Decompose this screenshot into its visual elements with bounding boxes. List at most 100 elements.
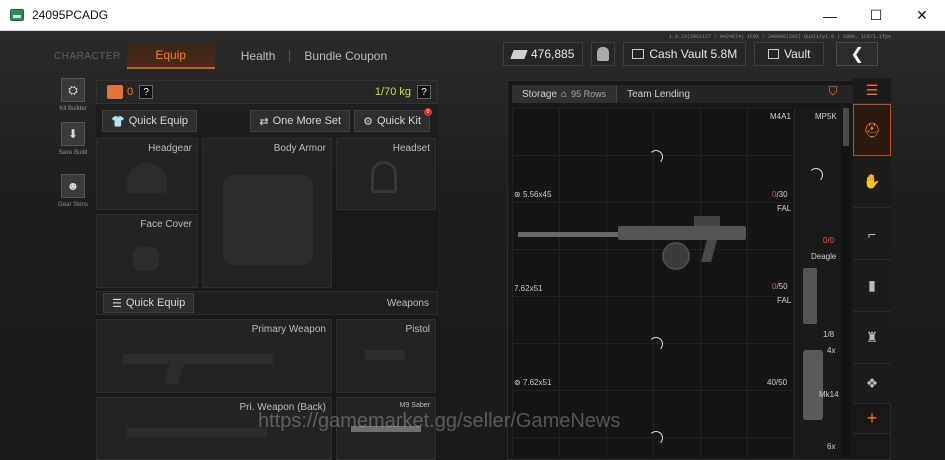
category-rifle-icon[interactable]: ⌐	[853, 208, 891, 260]
tab-character[interactable]: CHARACTER	[48, 43, 127, 69]
shirt-icon: 👕	[111, 115, 125, 128]
character-button[interactable]	[591, 42, 616, 66]
storage-grid[interactable]: M4A1 ⊛ 5.56x45 0/30 FAL 7.62x51 0/50 FAL…	[512, 108, 792, 458]
tab-storage[interactable]: Storage ⌂ 95 Rows	[512, 85, 617, 103]
slot-label: Pistol	[405, 324, 430, 335]
rail-save-build[interactable]: ⬇ Save Build	[52, 122, 94, 156]
maximize-button[interactable]: ☐	[853, 0, 899, 31]
item-scope: 4x	[827, 346, 836, 355]
rifle-body-icon	[618, 226, 746, 240]
weapons-quick-equip-button[interactable]: ☰ Quick Equip	[103, 293, 195, 313]
slot-headgear[interactable]: Headgear	[96, 138, 198, 210]
deagle-image[interactable]	[803, 268, 817, 324]
slot-pistol[interactable]: Pistol	[336, 319, 436, 393]
money-icon	[510, 49, 528, 59]
item-name: Deagle	[811, 252, 837, 261]
ammo-count: 0/50	[772, 282, 788, 291]
refresh-icon: ⇄	[259, 115, 269, 128]
ammo-type-value: 7.62x51	[522, 378, 552, 387]
rail-kit-builder[interactable]: ⛭ Kit Builder	[52, 78, 94, 112]
kit-builder-icon: ⛭	[61, 78, 85, 102]
item-name: Mk14	[819, 390, 839, 399]
quick-kit-button[interactable]: ⚙ Quick Kit 0	[354, 108, 432, 132]
category-armor-icon[interactable]: ✋	[853, 156, 891, 208]
vault-label: Vault	[783, 47, 811, 61]
left-rail: ⛭ Kit Builder ⬇ Save Build ☻ Gear Skins	[52, 78, 94, 218]
category-backpack-icon[interactable]: ❖	[853, 364, 891, 404]
category-attachment-icon[interactable]: ♜	[853, 312, 891, 364]
category-all-icon[interactable]: ☰	[853, 78, 891, 104]
loading-spinner-icon	[649, 150, 663, 164]
loading-spinner-icon	[649, 337, 663, 351]
slot-primary-weapon[interactable]: Primary Weapon	[96, 319, 332, 393]
vault-button[interactable]: Vault	[754, 42, 825, 66]
list-icon: ☰	[112, 297, 122, 310]
slot-label: Body Armor	[273, 143, 326, 154]
category-headgear-icon[interactable]: ⛑	[853, 104, 891, 156]
money-display: 476,885	[503, 42, 584, 66]
slot-headset[interactable]: Headset	[336, 138, 436, 210]
quick-kit-label: Quick Kit	[376, 115, 421, 127]
currency-bar: 476,885 Cash Vault 5.8M Vault ❮	[503, 42, 879, 66]
tab-health[interactable]: Health	[227, 43, 290, 69]
ammo-type-value: 5.56x45	[522, 190, 552, 199]
item-scope: 6x	[827, 442, 836, 451]
slot-body-armor[interactable]: Body Armor	[202, 138, 332, 288]
add-category-icon[interactable]: +	[853, 404, 891, 434]
mk14-image[interactable]	[803, 350, 823, 420]
rifle-back-icon	[127, 428, 267, 437]
ammo-type: 7.62x51	[514, 284, 543, 293]
one-more-set-label: One More Set	[272, 115, 342, 127]
slot-face-cover[interactable]: Face Cover	[96, 214, 198, 288]
tab-bundle-coupon[interactable]: Bundle Coupon	[290, 43, 401, 69]
window-titlebar: 24095PCADG — ☐ ✕	[0, 0, 945, 31]
ammo-count: 0/30	[772, 190, 788, 199]
chevron-left-icon: ❮	[850, 46, 864, 63]
equip-summary-bar: 0 ? 1/70 kg ?	[96, 80, 438, 104]
slot-label: Headset	[392, 143, 430, 154]
ammo-max: /50	[775, 378, 788, 387]
help-icon[interactable]: ?	[139, 85, 154, 99]
category-magazine-icon[interactable]: ▮	[853, 260, 891, 312]
headset-icon	[371, 161, 397, 193]
rail-label: Save Build	[58, 150, 88, 156]
category-bar: ☰ ⛑ ✋ ⌐ ▮ ♜ ❖ +	[853, 78, 891, 460]
tab-equip[interactable]: Equip	[126, 43, 215, 69]
fal-rifle-image[interactable]	[518, 216, 746, 280]
weapons-bar: ☰ Quick Equip Weapons	[96, 291, 438, 315]
back-button[interactable]: ❮	[836, 42, 879, 66]
bag-count: 0	[127, 86, 134, 98]
equip-action-bar: 👕 Quick Equip ⇄ One More Set ⚙ Quick Kit…	[96, 108, 438, 133]
armor-vest-icon	[223, 175, 313, 265]
equip-panel: 0 ? 1/70 kg ? 👕 Quick Equip ⇄ One More S…	[96, 80, 438, 460]
filter-icon[interactable]: ⛉	[820, 82, 846, 100]
helmet-icon	[127, 163, 167, 193]
backpack-icon	[107, 85, 123, 99]
app-icon	[10, 9, 24, 21]
debug-info: 1.0.23(2961127 / 0424074) 1F0X / 240906(…	[668, 34, 891, 40]
gear-skins-icon: ☻	[61, 174, 85, 198]
window-title: 24095PCADG	[32, 8, 109, 22]
item-name: MP5K	[815, 112, 837, 121]
cash-vault-button[interactable]: Cash Vault 5.8M	[623, 42, 747, 66]
one-more-set-button[interactable]: ⇄ One More Set	[250, 110, 351, 132]
quick-equip-button[interactable]: 👕 Quick Equip	[102, 110, 198, 132]
vault-icon	[767, 49, 779, 59]
minimize-button[interactable]: —	[807, 0, 853, 31]
item-name: M4A1	[770, 112, 791, 121]
slot-label: Headgear	[148, 143, 192, 154]
loading-spinner-icon	[649, 431, 663, 445]
storage-tab-label: Storage	[522, 88, 558, 100]
save-build-icon: ⬇	[61, 122, 85, 146]
ammo-max: /30	[776, 190, 788, 199]
rail-gear-skins[interactable]: ☻ Gear Skins	[52, 174, 94, 208]
slot-label: Face Cover	[140, 219, 192, 230]
storage-scrollbar[interactable]	[842, 108, 850, 458]
ammo-type: ⊚ 7.62x51	[514, 378, 552, 387]
scrollbar-thumb[interactable]	[843, 108, 849, 146]
weight-help-icon[interactable]: ?	[417, 85, 431, 99]
storage-side-column[interactable]: MP5K 0/0 Deagle 1/8 4x Mk14 6x	[794, 108, 840, 458]
watermark-text: https://gamemarket.gg/seller/GameNews	[258, 410, 621, 432]
tab-team-lending[interactable]: Team Lending	[616, 85, 700, 103]
close-button[interactable]: ✕	[899, 0, 945, 31]
